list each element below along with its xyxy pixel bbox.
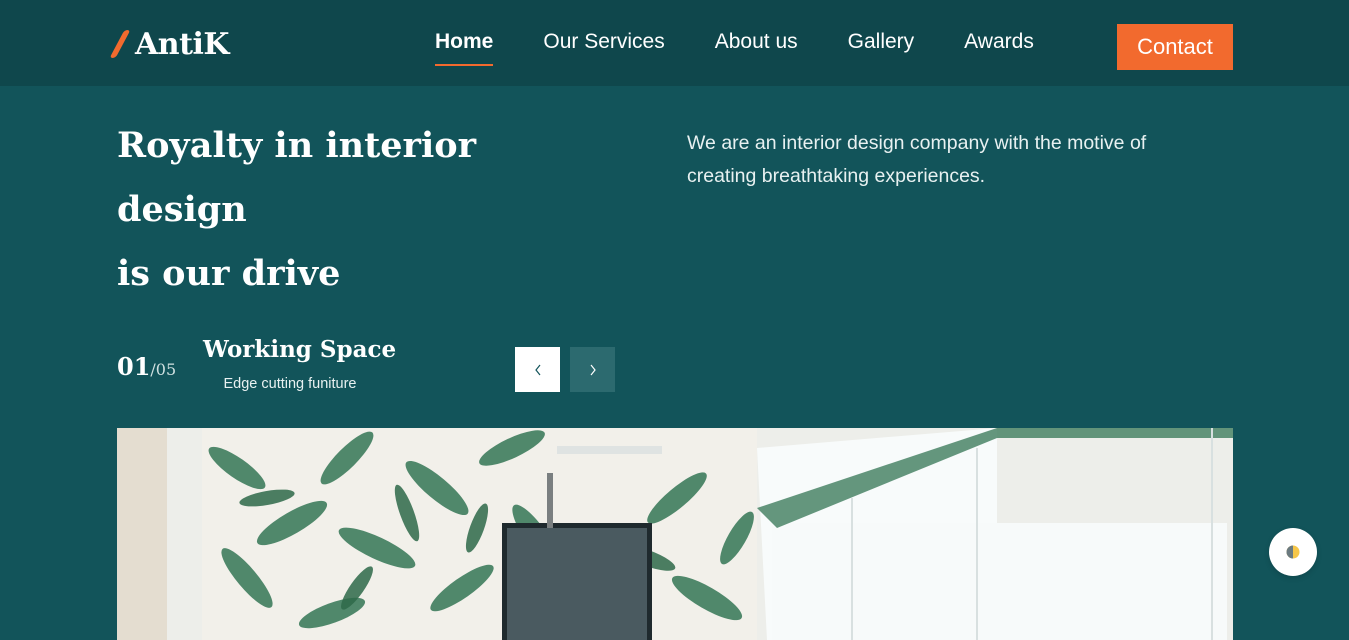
nav-item-gallery[interactable]: Gallery <box>848 30 915 66</box>
slide-subtitle: Edge cutting funiture <box>223 376 357 392</box>
nav-item-about-us[interactable]: About us <box>715 30 798 66</box>
chevron-left-icon <box>534 364 540 375</box>
main-nav: Home Our Services About us Gallery Award… <box>435 30 1084 66</box>
theme-toggle-button[interactable] <box>1269 528 1317 576</box>
nav-item-our-services[interactable]: Our Services <box>543 30 664 66</box>
hero-description-line-1: We are an interior design company with t… <box>687 132 1147 154</box>
nav-item-home[interactable]: Home <box>435 30 494 66</box>
interior-photo-illustration <box>117 428 1233 640</box>
slide-counter: 01/05 <box>117 352 176 381</box>
brand-logo[interactable]: AntiK <box>109 26 229 62</box>
logo-slash-icon <box>109 30 131 58</box>
hero-title-line-2: is our drive <box>117 253 341 294</box>
brand-name: AntiK <box>135 26 229 62</box>
slide-title: Working Space <box>203 336 397 363</box>
hero-title-line-1: Royalty in interior design <box>117 125 477 230</box>
contact-button[interactable]: Contact <box>1117 24 1233 70</box>
nav-item-awards[interactable]: Awards <box>964 30 1034 66</box>
hero-interior-image <box>117 428 1233 640</box>
hero-description-line-2: creating breathtaking experiences. <box>687 165 986 187</box>
hero-title: Royalty in interior design is our drive <box>117 114 587 306</box>
slider-prev-button[interactable] <box>515 347 560 392</box>
site-header: AntiK Home Our Services About us Gallery… <box>0 0 1349 86</box>
slider-next-button[interactable] <box>570 347 615 392</box>
slide-counter-total: 05 <box>155 360 177 379</box>
hero-description: We are an interior design company with t… <box>687 127 1207 193</box>
slide-counter-current: 01 <box>117 352 151 381</box>
chevron-right-icon <box>590 364 596 375</box>
half-circle-theme-icon <box>1286 545 1300 559</box>
